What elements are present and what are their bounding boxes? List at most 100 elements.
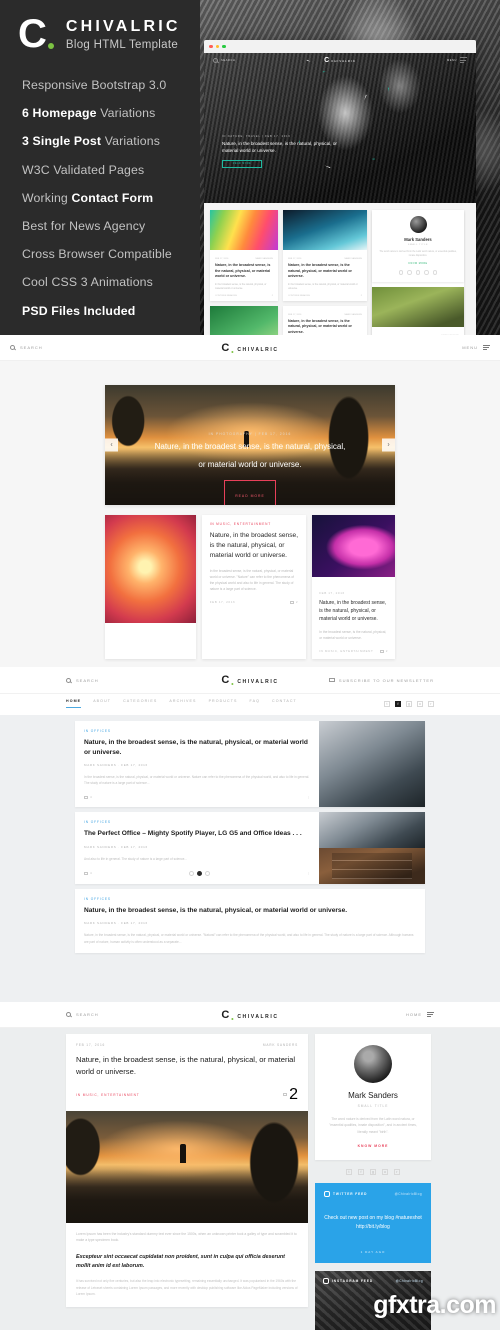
mockup-card-excerpt: In the broadest sense, is the natural, p… (288, 282, 358, 290)
mockup-card[interactable]: FEB 17, 2016 MARK SANDERS Nature, in the … (210, 210, 278, 301)
site-logo[interactable]: C CHIVALRIC (221, 674, 278, 686)
search-icon[interactable] (213, 57, 218, 63)
mockup-card-image (210, 210, 278, 250)
blog-post-row[interactable]: IN OFFICES Nature, in the broadest sense… (75, 721, 425, 808)
mockup-logo[interactable]: C CHIVALRIC (324, 57, 356, 64)
search-label[interactable]: SEARCH (76, 678, 99, 683)
site-logo[interactable]: C CHIVALRIC (221, 342, 278, 354)
mockup-hero-button[interactable]: READ MORE (222, 159, 262, 168)
author-title: SMALL TITLE (357, 1104, 389, 1108)
search-icon[interactable] (66, 677, 71, 683)
mockup-search-label[interactable]: SEARCH (221, 59, 235, 62)
hamburger-icon[interactable] (483, 344, 490, 351)
maximize-icon[interactable] (222, 44, 226, 49)
post-category[interactable]: IN OFFICES (84, 820, 310, 824)
mockup-card-cta[interactable]: CONTINUE READING (288, 295, 310, 297)
slider-next-button[interactable]: › (382, 438, 395, 452)
instagram-icon[interactable]: o (382, 1169, 388, 1176)
pager-dot-active[interactable] (196, 870, 202, 876)
nav-item-about[interactable]: ABOUT (93, 699, 111, 708)
post-title[interactable]: Nature, in the broadest sense, is the na… (84, 738, 310, 757)
search-label[interactable]: SEARCH (20, 345, 43, 350)
hamburger-icon[interactable] (427, 1011, 434, 1018)
close-icon[interactable] (209, 44, 213, 49)
know-more-button[interactable]: KNOW MORE (325, 1144, 421, 1148)
home-link[interactable]: HOME (406, 1012, 422, 1017)
instagram-icon[interactable]: o (417, 700, 423, 707)
post-share-icon[interactable]: ⋮ (307, 871, 310, 875)
search-icon[interactable] (10, 345, 15, 350)
card-date: FEB 17, 2016 (319, 591, 345, 595)
facebook-icon[interactable] (407, 270, 412, 275)
google-plus-icon[interactable] (415, 270, 421, 275)
post-category[interactable]: IN OFFICES (84, 897, 416, 901)
facebook-icon[interactable]: f (395, 700, 401, 707)
pager-dot[interactable] (204, 870, 210, 876)
post-category[interactable]: IN OFFICES (84, 729, 310, 733)
nav-item-contact[interactable]: CONTACT (272, 699, 297, 708)
envelope-icon (328, 678, 335, 682)
google-plus-icon[interactable]: g (406, 700, 412, 707)
post-author: MARK SANDERS (262, 1043, 298, 1047)
feature-item-1: 6 Homepage Variations (22, 106, 156, 121)
slider-title-line2: or material world or universe. (198, 459, 302, 469)
post-title[interactable]: The Perfect Office – Mighty Spotify Play… (84, 829, 310, 839)
nav-item-categories[interactable]: CATEGORIES (123, 699, 157, 708)
nav-item-products[interactable]: PRODUCTS (209, 699, 238, 708)
mockup-hero: SEARCH C CHIVALRIC MENU IN NATURE, TRAVE… (204, 53, 476, 203)
hamburger-icon[interactable] (460, 57, 467, 63)
search-icon[interactable] (66, 1012, 71, 1017)
rss-icon[interactable]: r (394, 1169, 400, 1176)
mockup-card[interactable]: FEB 17, 2016MARK SANDERS (372, 286, 464, 335)
minimize-icon[interactable] (215, 44, 220, 49)
logo-dot-icon (231, 1017, 234, 1020)
post-share-icon[interactable]: ⋮ (307, 795, 310, 799)
avatar (354, 1045, 392, 1083)
newsletter-link[interactable]: SUBSCRIBE TO OUR NEWSLETTER (328, 678, 434, 683)
single-post-main: FEB 17, 2016 MARK SANDERS Nature, in the… (66, 1034, 308, 1330)
instagram-handle[interactable]: @ChivalricBlog (396, 1279, 423, 1283)
mockup-card[interactable] (210, 305, 278, 335)
twitter-icon[interactable]: t (384, 700, 390, 707)
nav-item-faq[interactable]: FAQ (250, 699, 261, 708)
pager-dot[interactable] (188, 870, 194, 876)
card-date: FEB 17, 2016 (209, 600, 236, 605)
search-label[interactable]: SEARCH (76, 1012, 99, 1017)
author-widget: Mark Sanders SMALL TITLE The word nature… (315, 1034, 431, 1161)
nav-item-archives[interactable]: ARCHIVES (169, 699, 196, 708)
twitter-icon[interactable]: t (346, 1169, 352, 1176)
featured-card-image-only[interactable] (105, 515, 196, 660)
browser-mockup: SEARCH C CHIVALRIC MENU IN NATURE, TRAVE… (204, 40, 476, 335)
carousel-pager[interactable] (188, 870, 210, 876)
nav-item-home[interactable]: HOME (66, 699, 82, 708)
rss-icon[interactable]: r (428, 700, 434, 707)
twitter-handle[interactable]: @ChivalricBlog (395, 1192, 422, 1196)
blog-post-row[interactable]: IN OFFICES The Perfect Office – Mighty S… (75, 812, 425, 884)
comment-icon (84, 795, 88, 799)
facebook-icon[interactable]: f (358, 1169, 364, 1176)
mockup-menu-label[interactable]: MENU (447, 59, 457, 62)
google-plus-icon[interactable]: g (370, 1169, 376, 1176)
post-title[interactable]: Nature, in the broadest sense, is the na… (84, 906, 416, 916)
featured-card[interactable]: IN MUSIC, ENTERTAINMENT Nature, in the b… (201, 515, 307, 660)
site-logo-letter: C (221, 674, 230, 686)
featured-card[interactable]: FEB 17, 2016 Nature, in the broadest sen… (312, 515, 395, 660)
post-paragraph-2: It has survived not only five centuries,… (76, 1279, 298, 1297)
mockup-card[interactable]: FEB 17, 2016 MARK SANDERS Nature, in the … (283, 305, 367, 335)
mockup-author-cta[interactable]: KNOW MORE (378, 263, 458, 265)
twitter-icon[interactable] (398, 270, 404, 275)
homepage-slider-preview: SEARCH C CHIVALRIC MENU IN PHOTOGRAPHY |… (0, 335, 500, 667)
post-tags[interactable]: IN MUSIC, ENTERTAINMENT (76, 1093, 140, 1097)
blog-post-row[interactable]: IN OFFICES Nature, in the broadest sense… (75, 888, 425, 953)
read-more-button[interactable]: READ MORE (224, 479, 276, 505)
mockup-card-date: FEB 17, 2016 (288, 313, 302, 316)
rss-icon[interactable] (432, 270, 438, 275)
mockup-card[interactable]: FEB 17, 2016 MARK SANDERS Nature, in the … (283, 210, 367, 301)
slider-prev-button[interactable]: ‹ (105, 438, 118, 452)
mockup-card-cta[interactable]: CONTINUE READING (215, 295, 237, 297)
mockup-hero-title: Nature, in the broadest sense, is the na… (222, 141, 337, 153)
instagram-icon[interactable] (424, 270, 429, 275)
hero-slider[interactable]: IN PHOTOGRAPHY | FEB 17, 2016 Nature, in… (105, 385, 395, 505)
menu-label[interactable]: MENU (462, 345, 478, 350)
site-logo[interactable]: C CHIVALRIC (221, 1009, 278, 1021)
